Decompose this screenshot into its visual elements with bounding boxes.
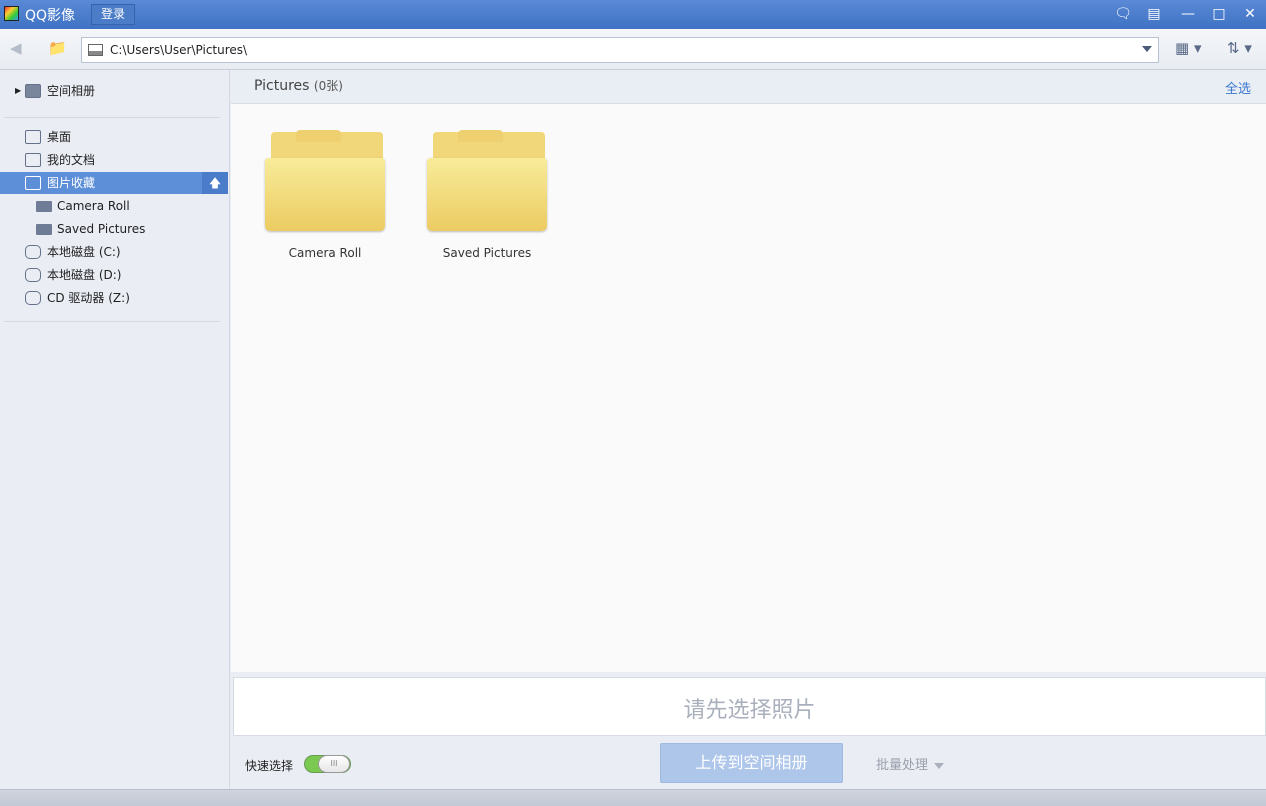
minimize-icon[interactable]: — — [1178, 4, 1198, 24]
folder-front — [427, 158, 547, 231]
sidebar-item-label: 空间相册 — [47, 84, 96, 98]
select-all-link[interactable]: 全选 — [1225, 78, 1251, 97]
upload-arrow-button[interactable]: 🡅 — [202, 172, 228, 194]
sort-icon[interactable]: ⇅ ▾ — [1227, 39, 1252, 57]
app-logo-icon — [4, 6, 19, 21]
chevron-down-icon — [934, 762, 945, 769]
sidebar-item-label: 本地磁盘 (D:) — [47, 268, 122, 282]
sidebar-item-label: 本地磁盘 (C:) — [47, 245, 121, 259]
folder-name: Saved Pictures — [442, 246, 532, 260]
sidebar-item-label: 图片收藏 — [47, 176, 96, 190]
divider — [4, 321, 220, 322]
maximize-icon[interactable]: □ — [1209, 4, 1229, 24]
sidebar-item-drive-d[interactable]: 本地磁盘 (D:) — [0, 264, 228, 286]
folder-name: Camera Roll — [288, 246, 362, 260]
title-bar: QQ影像 登录 🗨 ▤ — □ ✕ — [0, 0, 1266, 29]
folder-icon — [36, 224, 52, 235]
folder-title: Pictures — [254, 78, 310, 94]
folder-front — [265, 158, 385, 231]
folder-tab — [458, 130, 503, 142]
back-arrow-icon[interactable]: ◀ — [10, 39, 22, 57]
folder-item-camera-roll[interactable]: Camera Roll — [256, 130, 386, 270]
folder-item-saved-pictures[interactable]: Saved Pictures — [418, 130, 548, 270]
sidebar: ▶ 空间相册 桌面 我的文档 图片收藏 🡅 Camera Roll Saved P… — [0, 70, 230, 789]
upload-to-album-button[interactable]: 上传到空间相册 — [660, 743, 843, 783]
sidebar-item-saved-pictures[interactable]: Saved Pictures — [0, 218, 228, 240]
cd-drive-icon — [25, 291, 41, 305]
desktop-icon — [25, 130, 41, 144]
sidebar-item-desktop[interactable]: 桌面 — [0, 126, 228, 148]
sidebar-item-cd-drive[interactable]: CD 驱动器 (Z:) — [0, 287, 228, 309]
content-header: Pictures (0张) 全选 — [231, 70, 1266, 104]
photo-count: (0张) — [313, 79, 343, 93]
address-bar[interactable]: C:\Users\User\Pictures\ — [81, 37, 1159, 63]
batch-process-label: 批量处理 — [876, 758, 929, 773]
feedback-icon[interactable]: 🗨 — [1113, 4, 1133, 24]
toggle-knob[interactable]: III — [318, 755, 350, 773]
folder-tab — [296, 130, 341, 142]
folder-grid: Camera Roll Saved Pictures — [231, 104, 1266, 672]
chevron-down-icon[interactable] — [1142, 46, 1152, 52]
sidebar-item-drive-c[interactable]: 本地磁盘 (C:) — [0, 241, 228, 263]
close-icon[interactable]: ✕ — [1240, 4, 1260, 24]
sidebar-item-pictures[interactable]: 图片收藏 🡅 — [0, 172, 228, 194]
sidebar-item-label: Saved Pictures — [57, 222, 146, 236]
bottom-bar: 快速选择 III 上传到空间相册 批量处理 — [231, 736, 1266, 789]
quick-select-toggle[interactable]: III — [304, 755, 351, 773]
divider — [4, 117, 220, 118]
documents-icon — [25, 153, 41, 167]
sidebar-item-label: 桌面 — [47, 130, 72, 144]
pictures-icon — [25, 176, 41, 190]
menu-icon[interactable]: ▤ — [1144, 4, 1164, 24]
expand-arrow-icon[interactable]: ▶ — [15, 80, 21, 102]
app-title: QQ影像 — [25, 8, 76, 24]
batch-process-button[interactable]: 批量处理 — [876, 754, 945, 773]
toolbar: ◀ 📁 C:\Users\User\Pictures\ ▦ ▾ ⇅ ▾ — [0, 29, 1266, 70]
sidebar-item-camera-roll[interactable]: Camera Roll — [0, 195, 228, 217]
sidebar-item-documents[interactable]: 我的文档 — [0, 149, 228, 171]
up-folder-icon[interactable]: 📁 — [48, 39, 67, 57]
picture-icon — [88, 44, 103, 56]
star-album-icon — [25, 84, 41, 98]
grid-view-icon[interactable]: ▦ ▾ — [1175, 39, 1201, 57]
folder-icon — [36, 201, 52, 212]
drive-icon — [25, 268, 41, 282]
sidebar-item-qzone[interactable]: ▶ 空间相册 — [0, 80, 228, 102]
sidebar-item-label: Camera Roll — [57, 199, 130, 213]
sidebar-item-label: CD 驱动器 (Z:) — [47, 291, 130, 305]
status-bar — [0, 789, 1266, 806]
select-photos-hint: 请先选择照片 — [683, 698, 816, 723]
page-title: Pictures (0张) — [254, 77, 343, 94]
drive-icon — [25, 245, 41, 259]
sidebar-item-label: 我的文档 — [47, 153, 96, 167]
login-button[interactable]: 登录 — [91, 4, 135, 25]
selected-photos-tray: 请先选择照片 — [233, 677, 1266, 736]
quick-select-label: 快速选择 — [245, 759, 294, 773]
address-text[interactable]: C:\Users\User\Pictures\ — [110, 43, 247, 57]
